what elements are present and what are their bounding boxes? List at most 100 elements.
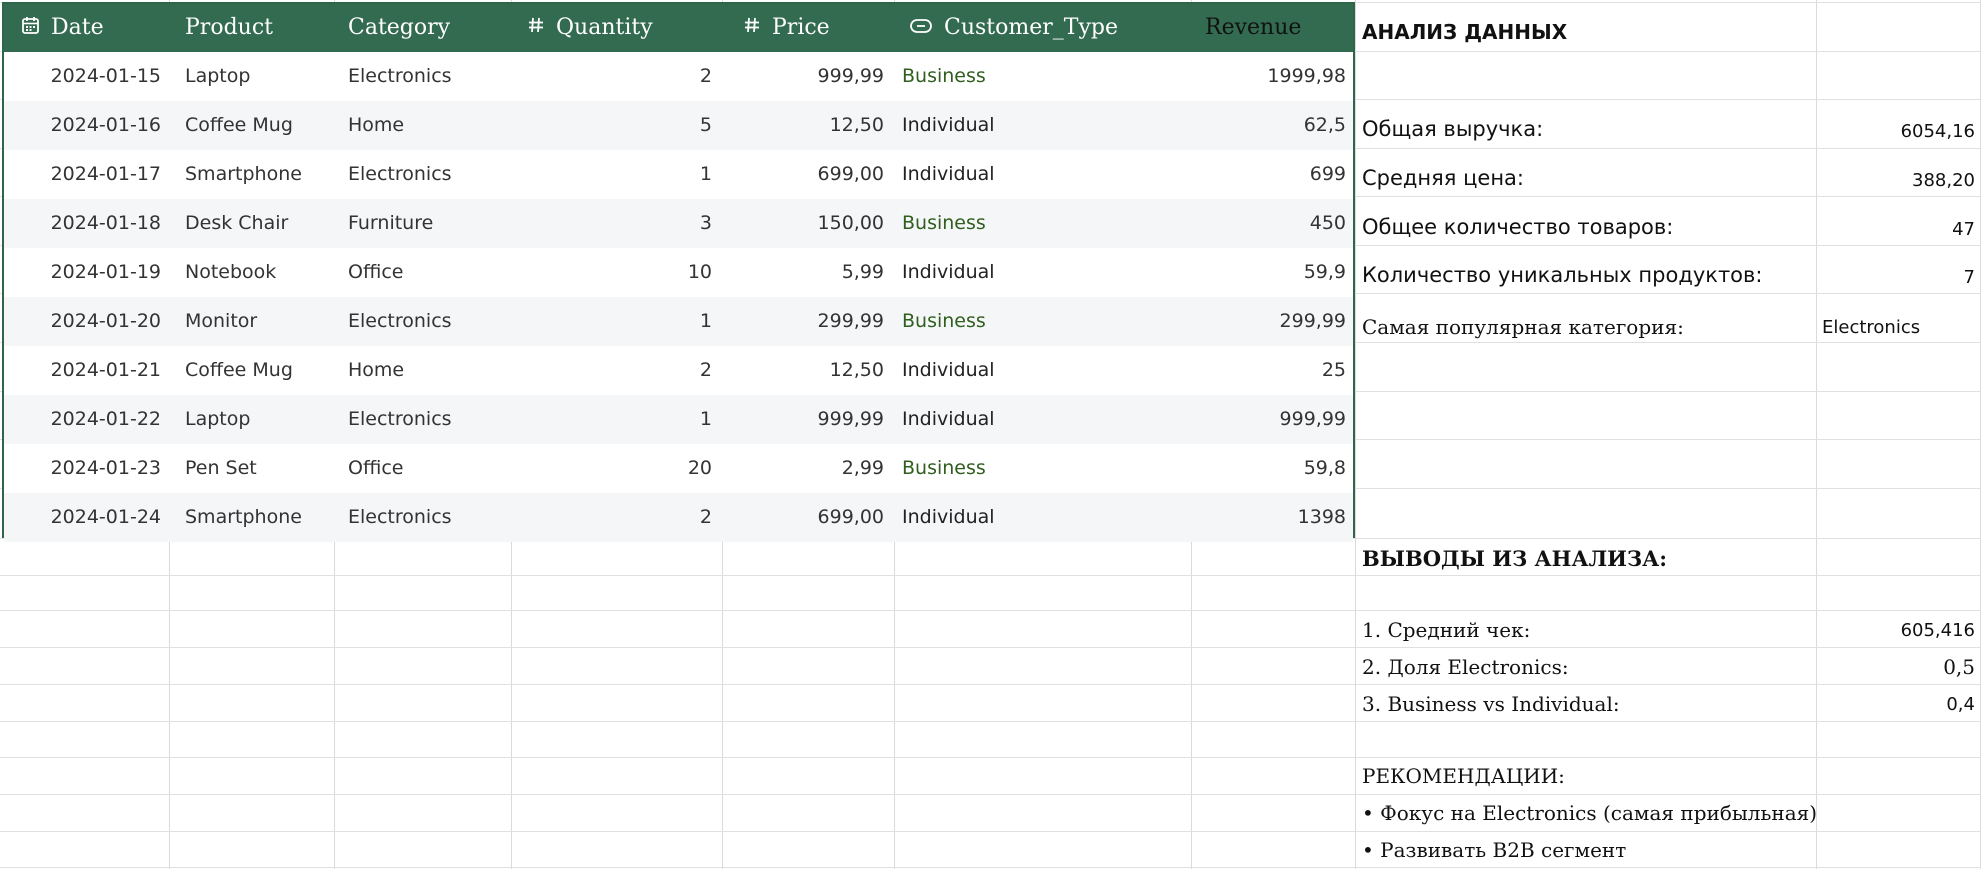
cell-date[interactable]: 2024-01-24 bbox=[39, 493, 161, 542]
cell-quantity[interactable]: 1 bbox=[524, 150, 712, 199]
cell-product[interactable]: Coffee Mug bbox=[185, 101, 335, 150]
cell-price[interactable]: 699,00 bbox=[724, 493, 884, 542]
cell-product[interactable]: Pen Set bbox=[185, 444, 335, 493]
electronics-share-value[interactable]: 0,5 bbox=[1943, 655, 1975, 679]
cell-date[interactable]: 2024-01-21 bbox=[39, 346, 161, 395]
cell-product[interactable]: Laptop bbox=[185, 395, 335, 444]
cell-price[interactable]: 2,99 bbox=[724, 444, 884, 493]
cell-revenue[interactable]: 59,9 bbox=[1194, 248, 1346, 297]
cell-category[interactable]: Electronics bbox=[348, 493, 513, 542]
total-qty-value[interactable]: 47 bbox=[1952, 219, 1975, 240]
cell-product[interactable]: Coffee Mug bbox=[185, 346, 335, 395]
cell-customer-type[interactable]: Individual bbox=[902, 150, 1182, 199]
header-quantity[interactable]: Quantity bbox=[528, 4, 653, 52]
cell-category[interactable]: Office bbox=[348, 444, 513, 493]
conclusions-title[interactable]: ВЫВОДЫ ИЗ АНАЛИЗА: bbox=[1362, 546, 1667, 571]
cell-revenue[interactable]: 299,99 bbox=[1194, 297, 1346, 346]
cell-revenue[interactable]: 699 bbox=[1194, 150, 1346, 199]
cell-date[interactable]: 2024-01-23 bbox=[39, 444, 161, 493]
business-vs-individual-value[interactable]: 0,4 bbox=[1946, 694, 1975, 715]
cell-revenue[interactable]: 62,5 bbox=[1194, 101, 1346, 150]
avg-check-value[interactable]: 605,416 bbox=[1901, 620, 1975, 641]
cell-date[interactable]: 2024-01-15 bbox=[39, 52, 161, 101]
avg-check-label[interactable]: 1. Средний чек: bbox=[1362, 618, 1530, 642]
header-revenue[interactable]: Revenue bbox=[1205, 4, 1301, 52]
popular-category-value[interactable]: Electronics bbox=[1822, 317, 1920, 338]
cell-customer-type[interactable]: Business bbox=[902, 444, 1182, 493]
cell-product[interactable]: Smartphone bbox=[185, 150, 335, 199]
avg-price-value[interactable]: 388,20 bbox=[1912, 170, 1975, 191]
cell-price[interactable]: 12,50 bbox=[724, 101, 884, 150]
total-qty-label[interactable]: Общее количество товаров: bbox=[1362, 215, 1673, 239]
header-price[interactable]: Price bbox=[744, 4, 830, 52]
total-revenue-label[interactable]: Общая выручка: bbox=[1362, 117, 1543, 141]
cell-price[interactable]: 5,99 bbox=[724, 248, 884, 297]
cell-price[interactable]: 999,99 bbox=[724, 52, 884, 101]
cell-revenue[interactable]: 999,99 bbox=[1194, 395, 1346, 444]
cell-customer-type[interactable]: Individual bbox=[902, 395, 1182, 444]
cell-category[interactable]: Furniture bbox=[348, 199, 513, 248]
popular-category-label[interactable]: Самая популярная категория: bbox=[1362, 315, 1684, 339]
cell-quantity[interactable]: 10 bbox=[524, 248, 712, 297]
cell-category[interactable]: Electronics bbox=[348, 52, 513, 101]
header-product[interactable]: Product bbox=[185, 4, 273, 52]
cell-date[interactable]: 2024-01-16 bbox=[39, 101, 161, 150]
recommendation-item[interactable]: • Фокус на Electronics (самая прибыльная… bbox=[1362, 801, 1817, 825]
table-header: Date Product Category Quantity Price Cus… bbox=[4, 4, 1353, 52]
cell-price[interactable]: 150,00 bbox=[724, 199, 884, 248]
cell-date[interactable]: 2024-01-20 bbox=[39, 297, 161, 346]
cell-quantity[interactable]: 2 bbox=[524, 52, 712, 101]
cell-customer-type[interactable]: Individual bbox=[902, 101, 1182, 150]
analysis-title[interactable]: АНАЛИЗ ДАННЫХ bbox=[1362, 20, 1567, 44]
avg-price-label[interactable]: Средняя цена: bbox=[1362, 166, 1524, 190]
cell-category[interactable]: Electronics bbox=[348, 150, 513, 199]
cell-quantity[interactable]: 20 bbox=[524, 444, 712, 493]
cell-price[interactable]: 299,99 bbox=[724, 297, 884, 346]
cell-revenue[interactable]: 450 bbox=[1194, 199, 1346, 248]
cell-quantity[interactable]: 3 bbox=[524, 199, 712, 248]
header-customer-type[interactable]: Customer_Type bbox=[910, 4, 1118, 52]
cell-category[interactable]: Home bbox=[348, 346, 513, 395]
unique-products-value[interactable]: 7 bbox=[1964, 267, 1975, 288]
recommendation-item[interactable]: • Развивать B2B сегмент bbox=[1362, 838, 1626, 862]
table-row: 2024-01-21 Coffee Mug Home 2 12,50 Individual… bbox=[4, 346, 1353, 395]
cell-price[interactable]: 12,50 bbox=[724, 346, 884, 395]
cell-revenue[interactable]: 59,8 bbox=[1194, 444, 1346, 493]
cell-quantity[interactable]: 2 bbox=[524, 346, 712, 395]
cell-product[interactable]: Notebook bbox=[185, 248, 335, 297]
cell-price[interactable]: 699,00 bbox=[724, 150, 884, 199]
cell-customer-type[interactable]: Individual bbox=[902, 346, 1182, 395]
header-category[interactable]: Category bbox=[348, 4, 450, 52]
cell-product[interactable]: Desk Chair bbox=[185, 199, 335, 248]
cell-category[interactable]: Electronics bbox=[348, 395, 513, 444]
cell-customer-type[interactable]: Business bbox=[902, 52, 1182, 101]
cell-date[interactable]: 2024-01-18 bbox=[39, 199, 161, 248]
cell-revenue[interactable]: 1398 bbox=[1194, 493, 1346, 542]
business-vs-individual-label[interactable]: 3. Business vs Individual: bbox=[1362, 692, 1620, 716]
cell-product[interactable]: Smartphone bbox=[185, 493, 335, 542]
total-revenue-value[interactable]: 6054,16 bbox=[1901, 121, 1975, 142]
cell-quantity[interactable]: 2 bbox=[524, 493, 712, 542]
cell-customer-type[interactable]: Business bbox=[902, 199, 1182, 248]
cell-date[interactable]: 2024-01-17 bbox=[39, 150, 161, 199]
cell-customer-type[interactable]: Individual bbox=[902, 248, 1182, 297]
cell-quantity[interactable]: 1 bbox=[524, 395, 712, 444]
cell-revenue[interactable]: 25 bbox=[1194, 346, 1346, 395]
cell-category[interactable]: Electronics bbox=[348, 297, 513, 346]
electronics-share-label[interactable]: 2. Доля Electronics: bbox=[1362, 655, 1569, 679]
cell-quantity[interactable]: 1 bbox=[524, 297, 712, 346]
cell-product[interactable]: Laptop bbox=[185, 52, 335, 101]
header-date[interactable]: Date bbox=[22, 4, 104, 52]
cell-customer-type[interactable]: Business bbox=[902, 297, 1182, 346]
cell-date[interactable]: 2024-01-22 bbox=[39, 395, 161, 444]
cell-customer-type[interactable]: Individual bbox=[902, 493, 1182, 542]
cell-date[interactable]: 2024-01-19 bbox=[39, 248, 161, 297]
cell-product[interactable]: Monitor bbox=[185, 297, 335, 346]
cell-revenue[interactable]: 1999,98 bbox=[1194, 52, 1346, 101]
cell-category[interactable]: Home bbox=[348, 101, 513, 150]
recommendations-title[interactable]: РЕКОМЕНДАЦИИ: bbox=[1362, 764, 1565, 788]
cell-quantity[interactable]: 5 bbox=[524, 101, 712, 150]
cell-category[interactable]: Office bbox=[348, 248, 513, 297]
unique-products-label[interactable]: Количество уникальных продуктов: bbox=[1362, 263, 1762, 287]
cell-price[interactable]: 999,99 bbox=[724, 395, 884, 444]
